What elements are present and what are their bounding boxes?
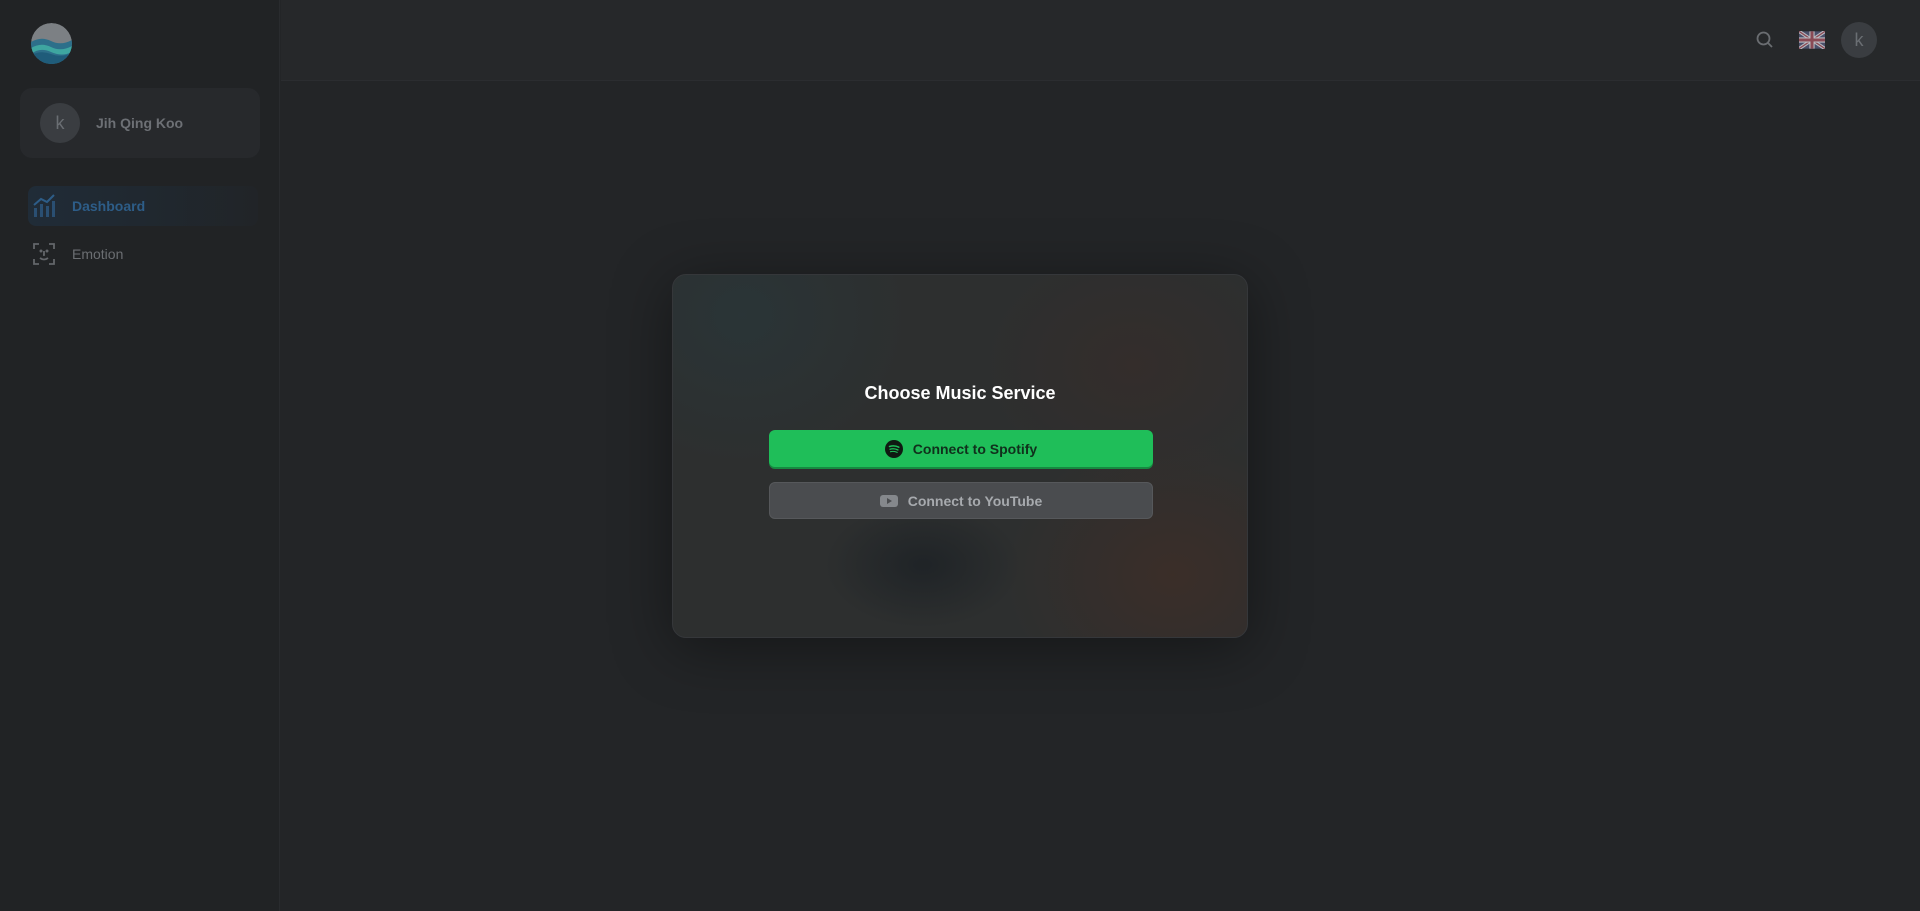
sidebar-item-label: Emotion <box>72 246 124 262</box>
app-root: k Jih Qing Koo Dashboard Emotion k Choos… <box>0 0 1920 911</box>
connect-spotify-label: Connect to Spotify <box>912 440 1038 457</box>
uk-flag-icon[interactable] <box>1798 29 1826 51</box>
app-logo[interactable] <box>31 23 72 64</box>
header-avatar[interactable]: k <box>1841 22 1877 58</box>
connect-youtube-label: Connect to YouTube <box>907 492 1043 509</box>
user-name: Jih Qing Koo <box>96 115 184 131</box>
face-scan-icon <box>28 238 60 270</box>
sidebar: k Jih Qing Koo Dashboard Emotion <box>0 0 280 911</box>
youtube-icon <box>879 492 898 510</box>
sidebar-item-label: Dashboard <box>72 198 146 214</box>
sidebar-item-dashboard[interactable]: Dashboard <box>28 186 258 226</box>
user-card[interactable]: k Jih Qing Koo <box>20 88 260 158</box>
connect-spotify-button[interactable]: Connect to Spotify <box>769 430 1153 467</box>
spotify-icon <box>884 439 903 458</box>
search-icon[interactable] <box>1755 27 1775 53</box>
music-service-modal: Choose Music Service Connect to Spotify … <box>672 274 1248 638</box>
top-header <box>281 0 1920 81</box>
sidebar-item-emotion[interactable]: Emotion <box>28 234 258 274</box>
avatar: k <box>40 103 80 143</box>
connect-youtube-button[interactable]: Connect to YouTube <box>769 482 1153 519</box>
modal-title: Choose Music Service <box>864 383 1056 403</box>
chart-icon <box>28 190 60 222</box>
